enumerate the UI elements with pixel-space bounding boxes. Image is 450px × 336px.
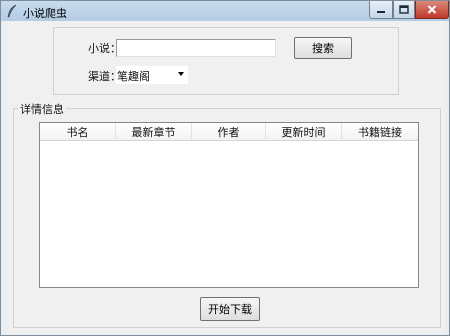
column-header-updated[interactable]: 更新时间	[266, 123, 342, 140]
details-panel: 详情信息 书名 最新章节 作者 更新时间 书籍链接 开始下载	[13, 101, 441, 328]
column-header-title[interactable]: 书名	[40, 123, 116, 140]
start-download-button[interactable]: 开始下载	[200, 297, 260, 321]
channel-selected-value: 笔趣阁	[117, 70, 150, 83]
column-header-latest-chapter[interactable]: 最新章节	[116, 123, 192, 140]
search-button[interactable]: 搜索	[294, 37, 352, 59]
table-body	[40, 141, 418, 287]
table-header: 书名 最新章节 作者 更新时间 书籍链接	[40, 123, 418, 141]
channel-select[interactable]: 笔趣阁	[116, 66, 188, 84]
column-header-link[interactable]: 书籍链接	[342, 123, 418, 140]
search-panel: 小说： 搜索 渠道： 笔趣阁	[53, 27, 399, 95]
minimize-button[interactable]	[369, 1, 393, 19]
maximize-icon	[399, 5, 409, 14]
results-table[interactable]: 书名 最新章节 作者 更新时间 书籍链接	[39, 122, 419, 288]
column-header-author[interactable]: 作者	[192, 123, 266, 140]
maximize-button[interactable]	[393, 1, 415, 19]
title-bar[interactable]: 小说爬虫	[1, 1, 449, 21]
window-title: 小说爬虫	[23, 7, 67, 20]
close-icon	[427, 5, 437, 14]
feather-icon	[7, 4, 17, 18]
details-group-label: 详情信息	[18, 101, 66, 117]
client-area: 小说： 搜索 渠道： 笔趣阁 详情信息 书名 最新章节 作者 更新时间 书籍链接	[5, 21, 445, 333]
novel-search-input[interactable]	[116, 39, 276, 57]
chevron-down-icon[interactable]	[178, 72, 184, 76]
minimize-icon	[377, 10, 385, 13]
close-button[interactable]	[415, 1, 449, 19]
app-window: 小说爬虫 小说： 搜索 渠道： 笔趣阁 详情信息 书名 最新章节 作者 更新时间…	[0, 0, 450, 336]
